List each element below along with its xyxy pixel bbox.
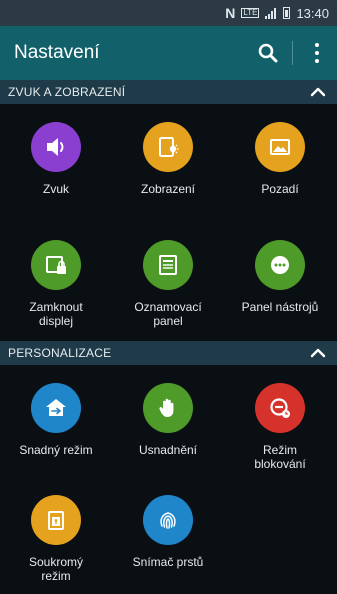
setting-label: Snadný režim (19, 443, 93, 457)
status-bar: N LTE 13:40 (0, 0, 337, 26)
setting-label: Soukromý režim (28, 555, 84, 583)
nfc-icon: N (225, 5, 236, 21)
setting-tile-lock-screen[interactable]: Zamknout displej (0, 222, 112, 334)
collapse-button[interactable] (307, 81, 329, 103)
battery-icon (283, 7, 291, 19)
notification-panel-icon (143, 240, 193, 290)
setting-label: Zvuk (42, 182, 69, 196)
more-icon-dot (315, 43, 319, 47)
setting-tile-display[interactable]: Zobrazení (112, 104, 224, 216)
wallpaper-icon (255, 122, 305, 172)
setting-tile-wallpaper[interactable]: Pozadí (224, 104, 336, 216)
collapse-button[interactable] (307, 342, 329, 364)
hand-icon (143, 383, 193, 433)
setting-tile-private-mode[interactable]: Soukromý režim (0, 477, 112, 589)
setting-label: Zobrazení (140, 182, 196, 196)
page-title: Nastavení (14, 42, 100, 63)
toolbox-icon (255, 240, 305, 290)
lte-icon: LTE (241, 8, 260, 18)
section-header-sound-display[interactable]: ZVUK A ZOBRAZENÍ (0, 80, 337, 104)
app-bar: Nastavení (0, 26, 337, 80)
setting-label: Panel nástrojů (241, 300, 319, 314)
easy-mode-icon (31, 383, 81, 433)
clock: 13:40 (296, 5, 329, 21)
private-mode-icon (31, 495, 81, 545)
setting-tile-blocking-mode[interactable]: Režim blokování (224, 365, 336, 477)
speaker-icon (31, 122, 81, 172)
fingerprint-icon (143, 495, 193, 545)
setting-tile-fingerprint[interactable]: Snímač prstů (112, 477, 224, 589)
chevron-up-icon (310, 348, 326, 358)
chevron-up-icon (310, 87, 326, 97)
setting-tile-accessibility[interactable]: Usnadnění (112, 365, 224, 477)
setting-label: Režim blokování (254, 443, 306, 471)
more-icon-dot (315, 51, 319, 55)
display-icon (143, 122, 193, 172)
section-header-personalization[interactable]: PERSONALIZACE (0, 341, 337, 365)
lock-screen-icon (31, 240, 81, 290)
section-title: PERSONALIZACE (8, 346, 112, 360)
setting-tile-toolbox[interactable]: Panel nástrojů (224, 222, 336, 334)
setting-tile-easy-mode[interactable]: Snadný režim (0, 365, 112, 477)
setting-tile-notification-panel[interactable]: Oznamovací panel (112, 222, 224, 334)
setting-tile-sound[interactable]: Zvuk (0, 104, 112, 216)
search-button[interactable] (248, 33, 288, 73)
signal-icon (265, 7, 277, 19)
appbar-divider (292, 41, 293, 65)
blocking-mode-icon (255, 383, 305, 433)
more-icon-dot (315, 59, 319, 63)
search-icon (258, 43, 278, 63)
section-title: ZVUK A ZOBRAZENÍ (8, 85, 126, 99)
setting-label: Snímač prstů (132, 555, 204, 569)
setting-label: Pozadí (261, 182, 299, 196)
more-options-button[interactable] (297, 33, 337, 73)
setting-label: Usnadnění (138, 443, 198, 457)
setting-label: Oznamovací panel (134, 300, 202, 328)
setting-label: Zamknout displej (29, 300, 83, 328)
